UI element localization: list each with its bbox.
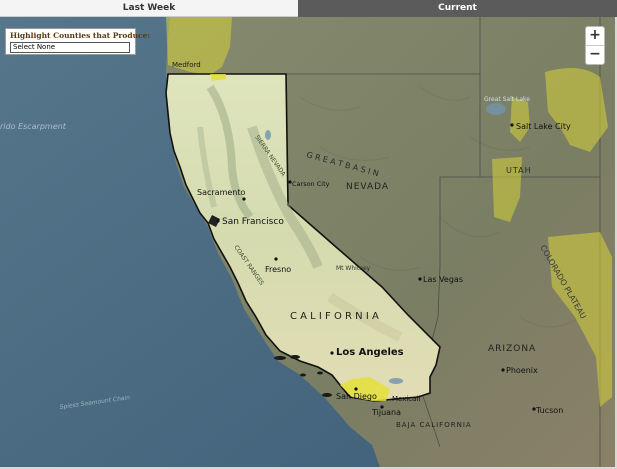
label-great-salt-lake: Great Salt Lake: [484, 96, 530, 103]
label-san-francisco: San Francisco: [222, 217, 284, 227]
salton-sea: [389, 378, 403, 384]
label-baja-california: BAJA CALIFORNIA: [396, 421, 472, 429]
label-arizona: ARIZONA: [488, 344, 536, 354]
label-fresno: Fresno: [265, 265, 291, 274]
filter-title: Highlight Counties that Produce:: [10, 31, 151, 40]
filter-panel: Highlight Counties that Produce: Select …: [5, 28, 151, 55]
label-los-angeles: Los Angeles: [336, 347, 404, 358]
label-las-vegas: Las Vegas: [423, 275, 463, 284]
tab-current[interactable]: Current: [298, 0, 617, 17]
label-salt-lake-city: Salt Lake City: [516, 122, 571, 131]
label-utah: UTAH: [506, 166, 532, 175]
map-view[interactable]: Medford rido Escarpment Sacramento San F…: [0, 17, 617, 469]
lake-tahoe: [265, 130, 271, 140]
zoom-out-button[interactable]: −: [586, 46, 604, 64]
label-sacramento: Sacramento: [197, 188, 245, 197]
label-medford: Medford: [172, 61, 201, 69]
label-mexicali: Mexicali: [392, 395, 420, 403]
great-salt-lake: [486, 103, 506, 115]
label-mt-whitney: Mt Whitney: [336, 265, 371, 272]
app-root: Last Week Current Medford rido Escarpmen…: [0, 0, 617, 469]
label-california: C A L I F O R N I A: [290, 311, 379, 322]
label-tijuana: Tijuana: [371, 408, 401, 417]
produce-select[interactable]: Select None: [10, 42, 130, 53]
label-carson-city: Carson City: [292, 180, 330, 188]
zoom-control: + −: [585, 26, 605, 65]
zoom-in-button[interactable]: +: [586, 27, 604, 46]
label-tucson: Tucson: [535, 406, 563, 415]
tab-bar: Last Week Current: [0, 0, 617, 17]
label-san-diego: San Diego: [336, 392, 377, 401]
tab-last-week[interactable]: Last Week: [0, 0, 298, 17]
label-nevada: NEVADA: [346, 182, 389, 192]
map-canvas[interactable]: Medford rido Escarpment Sacramento San F…: [0, 17, 615, 467]
label-escarpment: rido Escarpment: [0, 122, 67, 131]
label-phoenix: Phoenix: [506, 366, 538, 375]
